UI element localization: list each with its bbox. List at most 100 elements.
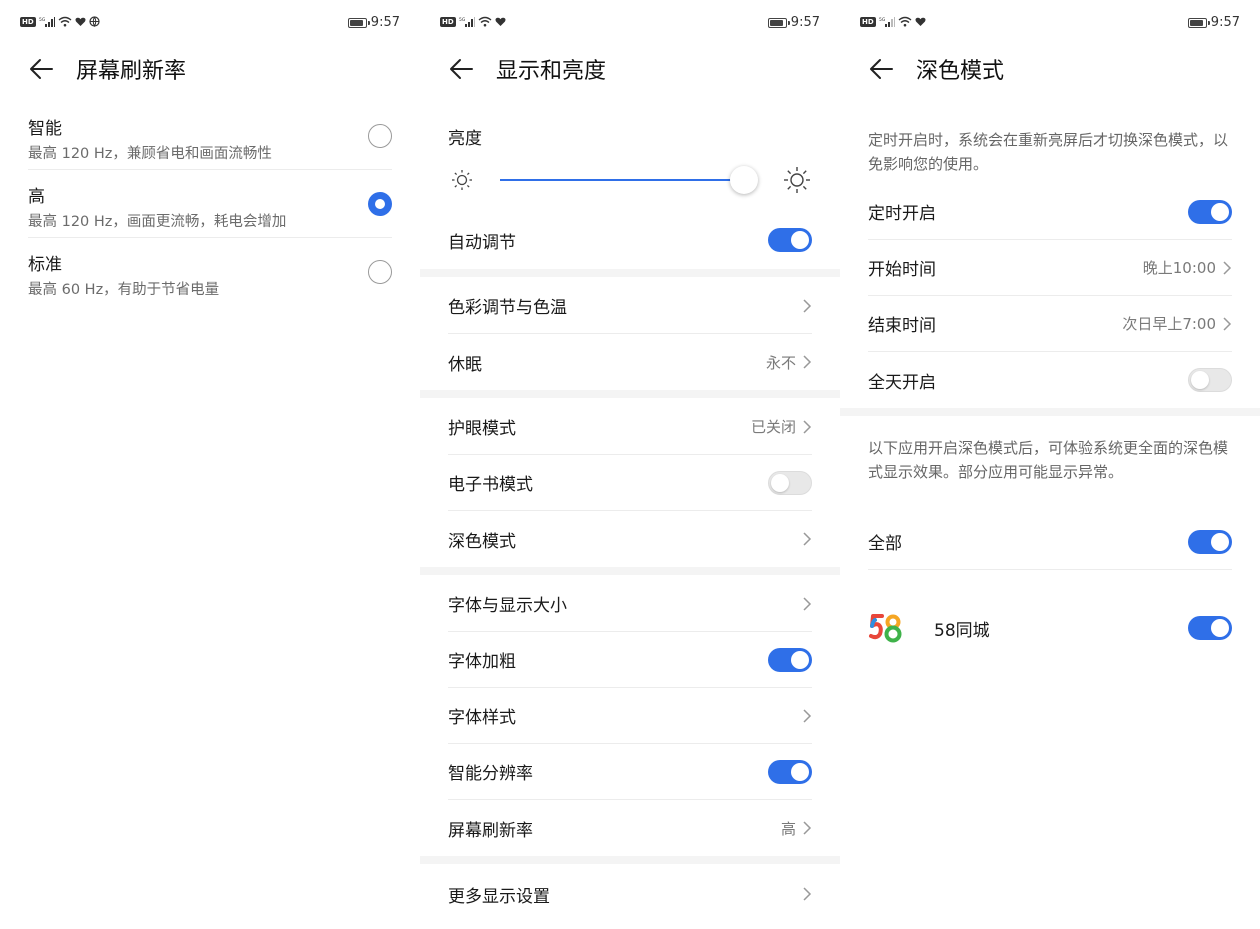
- refresh-rate-screen: HD 5G 9:57 屏幕刷新率 智能 最高 120 Hz，兼顾省电和画面流畅性…: [0, 0, 420, 929]
- apps-description: 以下应用开启深色模式后，可体验系统更全面的深色模式显示效果。部分应用可能显示异常…: [868, 439, 1229, 481]
- all-day-row[interactable]: 全天开启: [868, 352, 1232, 408]
- option-subtitle: 最高 60 Hz，有助于节省电量: [28, 282, 220, 298]
- dark-mode-screen: HD 5G 9:57 深色模式 定时开启时，系统会在重新亮屏后才切换深色模式，以…: [840, 0, 1260, 929]
- app-name: 58同城: [934, 620, 990, 641]
- cellular-signal-icon: 5G: [459, 16, 475, 27]
- row-label: 智能分辨率: [448, 764, 533, 784]
- section-divider: [420, 567, 840, 575]
- battery-icon: [347, 17, 370, 28]
- row-label: 开始时间: [868, 260, 936, 280]
- page-title: 屏幕刷新率: [76, 59, 187, 84]
- brightness-low-icon: [452, 170, 472, 190]
- brightness-slider[interactable]: [448, 160, 812, 200]
- bold-font-row[interactable]: 字体加粗: [448, 632, 812, 688]
- ebook-mode-toggle[interactable]: [768, 470, 812, 495]
- clock: 9:57: [370, 15, 400, 30]
- font-style-row[interactable]: 字体样式: [448, 688, 812, 744]
- row-label: 护眼模式: [448, 419, 516, 439]
- radio-button[interactable]: [368, 260, 392, 284]
- row-label: 屏幕刷新率: [448, 820, 533, 841]
- scheduled-row[interactable]: 定时开启: [868, 184, 1232, 240]
- radio-button-selected[interactable]: [368, 192, 392, 216]
- section-divider: [420, 390, 840, 398]
- chevron-right-icon: [1223, 260, 1232, 275]
- section-divider: [840, 408, 1260, 416]
- option-smart[interactable]: 智能 最高 120 Hz，兼顾省电和画面流畅性: [28, 102, 392, 170]
- option-subtitle: 最高 120 Hz，画面更流畅，耗电会增加: [28, 214, 287, 230]
- wifi-icon: [478, 16, 492, 27]
- more-display-settings-row[interactable]: 更多显示设置: [448, 866, 812, 922]
- hd-icon: HD: [860, 16, 876, 27]
- app-58-toggle[interactable]: [1188, 616, 1232, 640]
- brightness-label: 亮度: [448, 129, 482, 149]
- page-title: 深色模式: [916, 59, 1005, 84]
- display-brightness-screen: HD 5G 9:57 显示和亮度 亮度 自动调节 色彩调节与色温 休眠 永不 护…: [420, 0, 840, 929]
- heart-icon: [915, 17, 926, 26]
- all-apps-row[interactable]: 全部: [868, 514, 1232, 570]
- page-header: 显示和亮度: [448, 50, 606, 88]
- row-label: 全部: [868, 534, 902, 554]
- auto-adjust-toggle[interactable]: [768, 228, 812, 252]
- row-label: 更多显示设置: [448, 886, 550, 907]
- chevron-right-icon: [1223, 316, 1232, 331]
- dark-mode-row[interactable]: 深色模式: [448, 511, 812, 567]
- battery-icon: [1187, 17, 1210, 28]
- app-58-logo: [868, 610, 904, 646]
- all-apps-toggle[interactable]: [1188, 529, 1232, 554]
- chevron-right-icon: [803, 298, 812, 313]
- row-value: 晚上10:00: [1142, 259, 1216, 277]
- smart-resolution-toggle[interactable]: [768, 759, 812, 784]
- chevron-right-icon: [803, 532, 812, 546]
- row-label: 色彩调节与色温: [448, 298, 567, 318]
- option-high[interactable]: 高 最高 120 Hz，画面更流畅，耗电会增加: [28, 170, 392, 238]
- option-standard[interactable]: 标准 最高 60 Hz，有助于节省电量: [28, 238, 392, 306]
- status-bar: HD 5G 9:57: [440, 12, 820, 32]
- section-divider: [420, 269, 840, 277]
- status-bar: HD 5G 9:57: [20, 12, 400, 32]
- row-label: 深色模式: [448, 531, 516, 552]
- section-divider: [420, 856, 840, 864]
- end-time-row[interactable]: 结束时间 次日早上7:00: [868, 296, 1232, 352]
- back-arrow-icon[interactable]: [868, 55, 896, 83]
- battery-icon: [767, 17, 790, 28]
- eye-comfort-row[interactable]: 护眼模式 已关闭: [448, 399, 812, 455]
- start-time-row[interactable]: 开始时间 晚上10:00: [868, 240, 1232, 296]
- color-temp-row[interactable]: 色彩调节与色温: [448, 278, 812, 334]
- option-title: 高: [28, 187, 45, 207]
- chevron-right-icon: [803, 596, 812, 611]
- clock: 9:57: [790, 15, 820, 30]
- ebook-mode-row[interactable]: 电子书模式: [448, 455, 812, 511]
- row-label: 定时开启: [868, 204, 936, 224]
- row-label: 休眠: [448, 354, 482, 375]
- auto-adjust-row[interactable]: 自动调节: [448, 212, 812, 268]
- heart-icon: [75, 17, 86, 26]
- status-bar: HD 5G 9:57: [860, 12, 1240, 32]
- row-value: 已关闭: [750, 418, 796, 436]
- chevron-right-icon: [803, 708, 812, 723]
- font-size-row[interactable]: 字体与显示大小: [448, 576, 812, 632]
- row-value: 永不: [765, 353, 796, 372]
- back-arrow-icon[interactable]: [28, 55, 56, 83]
- page-title: 显示和亮度: [496, 59, 607, 84]
- slider-thumb[interactable]: [730, 166, 758, 194]
- wifi-icon: [898, 16, 912, 27]
- wifi-icon: [58, 16, 72, 27]
- heart-icon: [495, 17, 506, 26]
- bold-font-toggle[interactable]: [768, 647, 812, 672]
- smart-resolution-row[interactable]: 智能分辨率: [448, 744, 812, 800]
- app-row-58[interactable]: 58同城: [868, 600, 1232, 656]
- back-arrow-icon[interactable]: [448, 55, 476, 83]
- refresh-rate-row[interactable]: 屏幕刷新率 高: [448, 800, 812, 856]
- all-day-toggle[interactable]: [1188, 368, 1232, 392]
- scheduled-toggle[interactable]: [1188, 199, 1232, 224]
- radio-button[interactable]: [368, 124, 392, 148]
- svg-text:5G: 5G: [879, 17, 886, 23]
- option-subtitle: 最高 120 Hz，兼顾省电和画面流畅性: [28, 146, 272, 162]
- row-value: 次日早上7:00: [1122, 315, 1216, 333]
- row-label: 结束时间: [868, 316, 936, 336]
- hd-icon: HD: [440, 16, 456, 27]
- slider-track[interactable]: [500, 179, 744, 181]
- row-label: 字体加粗: [448, 652, 516, 672]
- sleep-row[interactable]: 休眠 永不: [448, 334, 812, 390]
- svg-text:5G: 5G: [459, 17, 466, 23]
